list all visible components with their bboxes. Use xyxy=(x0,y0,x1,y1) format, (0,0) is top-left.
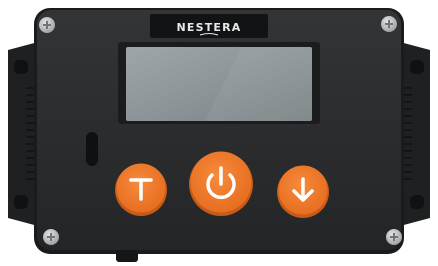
mount-hole xyxy=(14,195,28,209)
mount-hole xyxy=(410,60,424,74)
screw-bottom-left xyxy=(43,229,59,245)
lcd-screen xyxy=(118,42,320,124)
screw-bottom-right xyxy=(386,229,402,245)
device-illustration: NESTERA xyxy=(8,8,430,262)
screw-top-left xyxy=(39,17,55,33)
status-slot xyxy=(86,132,98,166)
brand-logo: NESTERA xyxy=(176,21,241,34)
right-mount-bracket xyxy=(400,42,430,226)
mount-hole xyxy=(14,60,28,74)
screw-top-right xyxy=(381,16,397,32)
mount-hole xyxy=(410,195,424,209)
brand-plate: NESTERA xyxy=(150,14,268,38)
power-button[interactable] xyxy=(189,151,253,217)
left-mount-bracket xyxy=(8,42,38,226)
cable-connector xyxy=(116,250,138,262)
